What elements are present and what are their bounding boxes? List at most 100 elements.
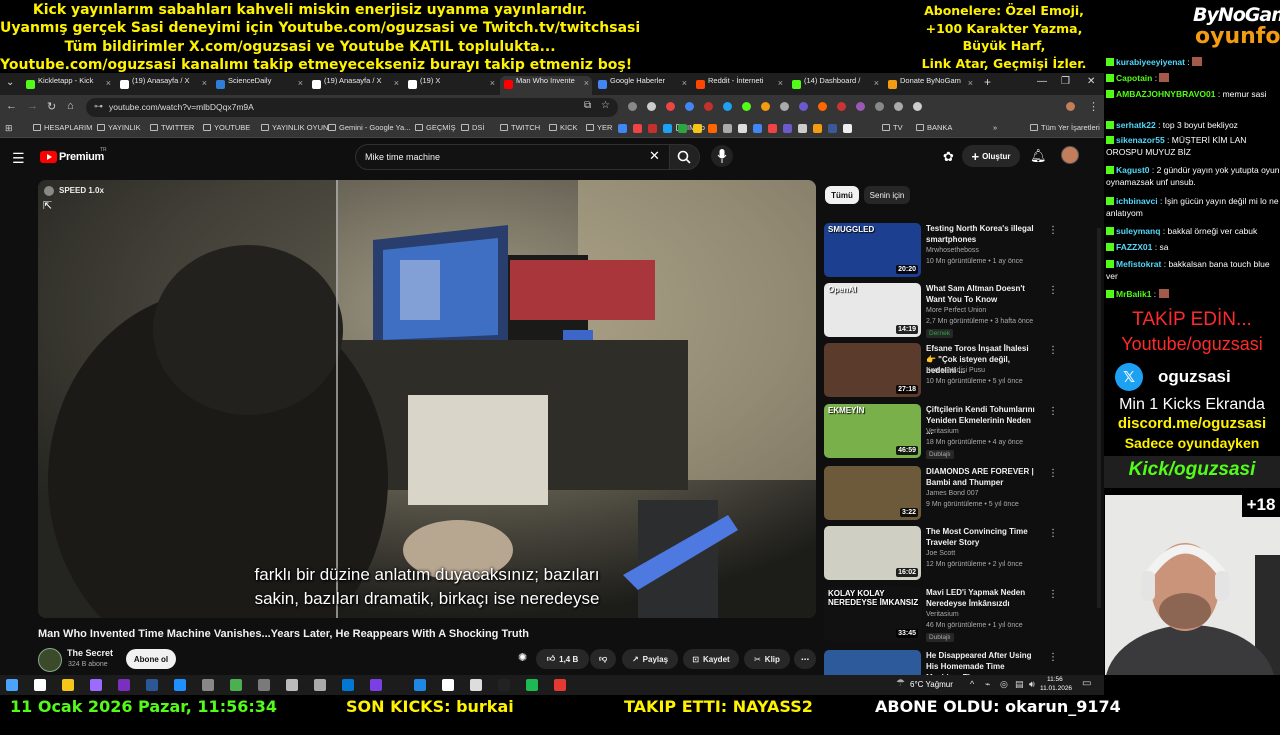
- voice-search-button[interactable]: [711, 145, 733, 167]
- obs-icon[interactable]: [554, 679, 566, 691]
- camera-app-icon[interactable]: [258, 679, 270, 691]
- reload-icon[interactable]: ↻: [47, 100, 56, 113]
- channel-avatar[interactable]: [38, 648, 62, 672]
- avatar[interactable]: [1061, 146, 1079, 164]
- bookmark-favicon-icon[interactable]: [738, 124, 747, 133]
- bookmark-item[interactable]: DSİ: [461, 123, 485, 132]
- extension-icon[interactable]: [647, 102, 656, 111]
- bookmark-favicon-icon[interactable]: [828, 124, 837, 133]
- tray-headset-icon[interactable]: ◎: [1000, 679, 1008, 690]
- bookmark-favicon-icon[interactable]: [678, 124, 687, 133]
- browser-tab[interactable]: Reddit - İnterneti ×: [692, 76, 786, 95]
- extension-icon[interactable]: [913, 102, 922, 111]
- tab-close-icon[interactable]: ×: [202, 78, 207, 88]
- dislike-button[interactable]: 👎︎: [590, 649, 616, 669]
- search-button[interactable]: [670, 144, 700, 170]
- extension-icon[interactable]: [856, 102, 865, 111]
- bookmark-item[interactable]: YER: [586, 123, 612, 132]
- app-icon[interactable]: [498, 679, 510, 691]
- tray-volume-icon[interactable]: 🔊︎: [1029, 679, 1035, 690]
- share-button[interactable]: ↗ Paylaş: [622, 649, 678, 669]
- feather-icon[interactable]: [90, 679, 102, 691]
- bookmark-favicon-icon[interactable]: [648, 124, 657, 133]
- bookmark-item[interactable]: GEÇMİŞ: [415, 123, 456, 132]
- weather-text[interactable]: 6°C Yağmur: [910, 680, 953, 689]
- forward-icon[interactable]: →: [27, 100, 38, 112]
- tray-chevron-icon[interactable]: ^: [970, 679, 974, 689]
- chat-username[interactable]: sikenazor55: [1116, 135, 1165, 145]
- chat-username[interactable]: AMBAZJOHNYBRAVO01: [1116, 89, 1216, 99]
- profile-avatar[interactable]: [1066, 102, 1075, 111]
- more-options-icon[interactable]: ⋮: [1048, 285, 1058, 296]
- chat-username[interactable]: ichbinavci: [1116, 196, 1158, 206]
- browser-tab[interactable]: Donate ByNoGam ×: [884, 76, 976, 95]
- bookmark-favicon-icon[interactable]: [798, 124, 807, 133]
- file-explorer-icon[interactable]: [62, 679, 74, 691]
- home-icon[interactable]: ⌂: [67, 100, 74, 112]
- recommended-channel[interactable]: Veritasium: [926, 428, 959, 435]
- extension-icon[interactable]: [780, 102, 789, 111]
- bookmark-item[interactable]: YAYINLIK: [97, 123, 141, 132]
- bookmark-favicon-icon[interactable]: [723, 124, 732, 133]
- notification-center-icon[interactable]: ▭: [1082, 678, 1091, 689]
- recommended-video[interactable]: OpenAI 14:19 What Sam Altman Doesn't Want …: [824, 283, 1094, 339]
- new-tab-icon[interactable]: +: [984, 75, 991, 89]
- video-thumbnail[interactable]: OpenAI 14:19: [824, 283, 921, 337]
- recommended-video[interactable]: EKMEYİN 46:59 Çiftçilerin Kendi Tohumların…: [824, 404, 1094, 460]
- extension-icon[interactable]: [666, 102, 675, 111]
- clock-date[interactable]: 11.01.2026: [1040, 685, 1072, 692]
- video-thumbnail[interactable]: EKMEYİN 46:59: [824, 404, 921, 458]
- extension-icon[interactable]: [704, 102, 713, 111]
- recommended-title[interactable]: The Most Convincing Time Traveler Story: [926, 526, 1036, 548]
- app-icon[interactable]: [370, 679, 382, 691]
- bookmark-favicon-icon[interactable]: [708, 124, 717, 133]
- open-popup-icon[interactable]: ⇱: [43, 199, 52, 212]
- weather-icon[interactable]: ☂: [896, 678, 905, 689]
- video-thumbnail[interactable]: 3:22: [824, 466, 921, 520]
- bookmarks-overflow-icon[interactable]: »: [993, 123, 997, 132]
- maximize-icon[interactable]: ❐: [1061, 76, 1070, 87]
- bookmark-item[interactable]: HESAPLARIM: [33, 123, 92, 132]
- clock-app-icon[interactable]: [314, 679, 326, 691]
- tab-close-icon[interactable]: ×: [682, 78, 687, 88]
- like-button[interactable]: 👍︎ 1,4 B: [536, 649, 589, 669]
- chat-username[interactable]: Kagust0: [1116, 165, 1150, 175]
- recommended-title[interactable]: He Disappeared After Using His Homemade …: [926, 650, 1036, 675]
- bookmark-favicon-icon[interactable]: [618, 124, 627, 133]
- extension-icon[interactable]: [742, 102, 751, 111]
- chip-for-you[interactable]: Senin için: [864, 186, 910, 204]
- extension-icon[interactable]: [894, 102, 903, 111]
- recommended-video[interactable]: 3:22 DIAMONDS ARE FOREVER | Bambi and Thu…: [824, 466, 1094, 522]
- browser-tab[interactable]: Google Haberler ×: [594, 76, 690, 95]
- chat-username[interactable]: FAZZX01: [1116, 242, 1152, 252]
- search-input[interactable]: Mike time machine ✕: [355, 144, 670, 170]
- browser-tab[interactable]: (19) Anasayfa / X ×: [308, 76, 402, 95]
- more-options-icon[interactable]: ⋮: [1048, 528, 1058, 539]
- browser-tab[interactable]: (19) Anasayfa / X ×: [116, 76, 210, 95]
- scrollbar[interactable]: [1097, 228, 1101, 608]
- more-options-icon[interactable]: ⋮: [1048, 406, 1058, 417]
- video-thumbnail[interactable]: 16:02: [824, 526, 921, 580]
- recommended-video[interactable]: SMUGGLED 20:20 Testing North Korea's illeg…: [824, 223, 1094, 279]
- recommended-video[interactable]: He Disappeared After Using His Homemade …: [824, 650, 1094, 675]
- menu-hamburger-icon[interactable]: ☰: [12, 150, 25, 167]
- app-icon[interactable]: [342, 679, 354, 691]
- bookmark-item[interactable]: TV: [882, 123, 903, 132]
- bookmark-item[interactable]: TWITCH: [500, 123, 540, 132]
- recommended-video[interactable]: 27:18 Efsane Toros İnşaat İhalesi 👉 "Çok …: [824, 343, 1094, 399]
- bookmark-favicon-icon[interactable]: [783, 124, 792, 133]
- settings-icon[interactable]: [202, 679, 214, 691]
- video-thumbnail[interactable]: [824, 650, 921, 675]
- recommended-title[interactable]: Testing North Korea's illegal smartphone…: [926, 223, 1036, 245]
- tab-close-icon[interactable]: ×: [394, 78, 399, 88]
- clip-button[interactable]: ✂ Klip: [744, 649, 790, 669]
- more-options-icon[interactable]: ⋮: [1048, 225, 1058, 236]
- bookmark-item[interactable]: YAYINLIK OYUN: [261, 123, 328, 132]
- tab-close-icon[interactable]: ×: [106, 78, 111, 88]
- bookmark-favicon-icon[interactable]: [753, 124, 762, 133]
- bookmark-item[interactable]: BANKA: [916, 123, 952, 132]
- tab-close-icon[interactable]: ×: [968, 78, 973, 88]
- tray-network-icon[interactable]: ▤: [1015, 679, 1024, 690]
- recommended-channel[interactable]: Veritasium: [926, 611, 959, 618]
- recommended-title[interactable]: Mavi LED'i Yapmak Neden Neredeyse İmkâns…: [926, 587, 1036, 609]
